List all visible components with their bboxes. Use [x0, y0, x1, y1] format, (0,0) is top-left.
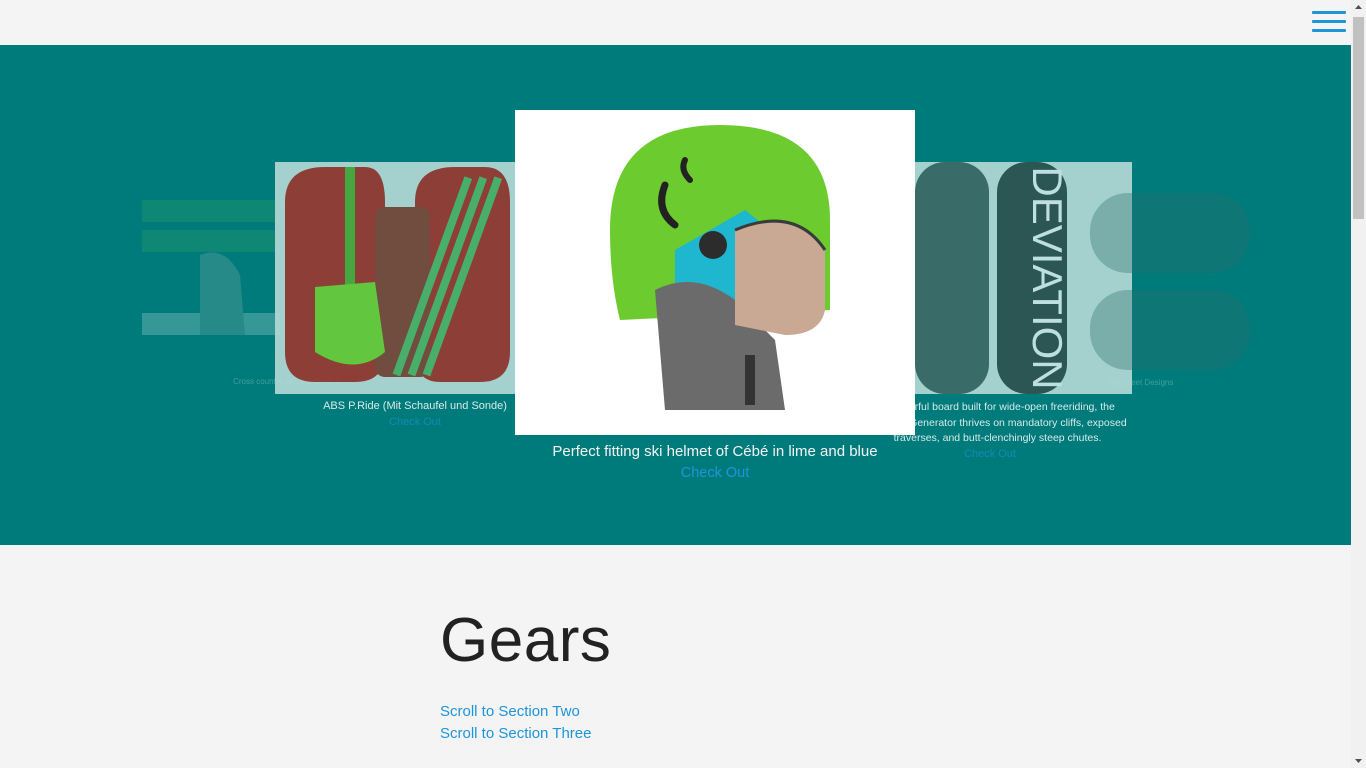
scroll-up-arrow-icon[interactable]: [1351, 0, 1366, 15]
top-bar: [0, 0, 1351, 45]
board-image: [1090, 193, 1250, 370]
check-out-link[interactable]: Check Out: [305, 416, 525, 428]
slide-caption: Perfect fitting ski helmet of Cébé in li…: [552, 443, 878, 460]
scroll-section-two-link[interactable]: Scroll to Section Two: [440, 703, 580, 720]
slide-caption: Tall Street Designs: [1106, 378, 1174, 387]
vertical-scrollbar[interactable]: [1351, 0, 1366, 768]
helmet-image: [515, 110, 915, 435]
carousel-slide-backpack[interactable]: ABS P.Ride (Mit Schaufel und Sonde) Chec…: [275, 162, 525, 462]
check-out-link[interactable]: Check Out: [515, 465, 915, 481]
scrollbar-thumb[interactable]: [1353, 17, 1364, 219]
section-title: Gears: [440, 606, 612, 675]
backpack-image: [275, 162, 515, 394]
scroll-section-three-link[interactable]: Scroll to Section Three: [440, 725, 591, 742]
slide-caption: ABS P.Ride (Mit Schaufel und Sonde): [323, 400, 507, 412]
hamburger-menu-icon[interactable]: [1312, 11, 1346, 35]
carousel-slide-board-2[interactable]: Tall Street Designs: [1090, 190, 1260, 390]
scroll-down-arrow-icon[interactable]: [1351, 753, 1366, 768]
carousel-slide-helmet[interactable]: Perfect fitting ski helmet of Cébé in li…: [515, 110, 915, 490]
board-brand-text: DEVIATION: [1024, 166, 1071, 389]
product-carousel: Cross country set: ski, boots a... ABS P…: [0, 45, 1351, 545]
